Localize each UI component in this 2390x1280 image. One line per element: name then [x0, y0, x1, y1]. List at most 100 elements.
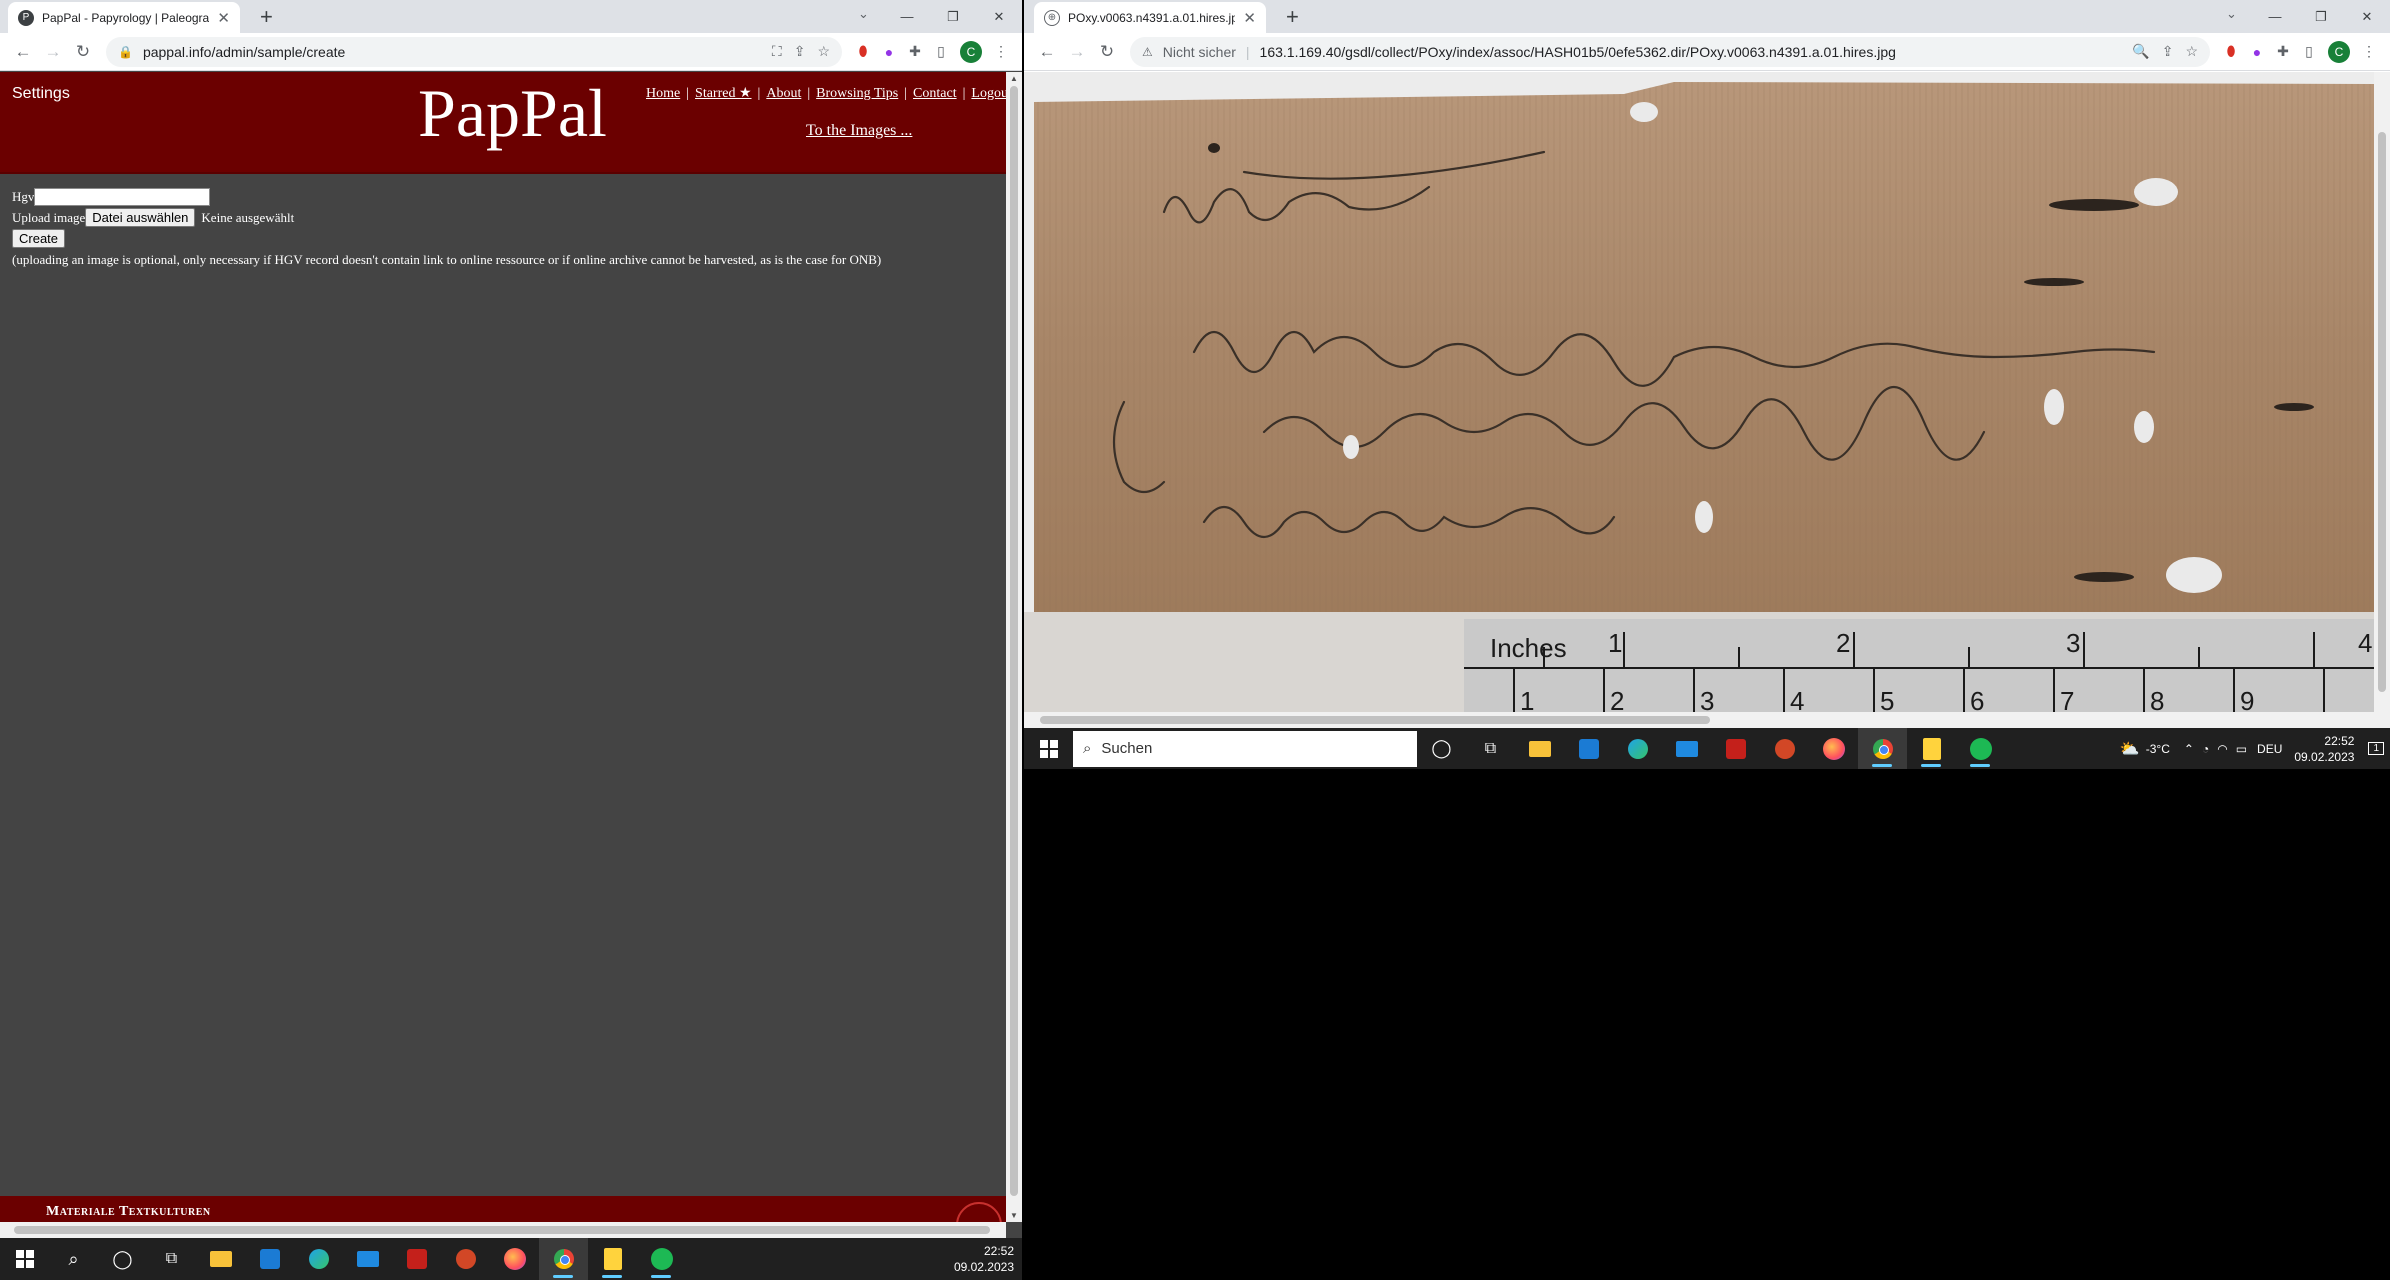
forward-arrow-icon[interactable]: →: [38, 42, 68, 62]
acrobat-icon[interactable]: [1711, 728, 1760, 769]
language-indicator[interactable]: DEU: [2257, 742, 2282, 756]
firefox-icon[interactable]: [490, 1238, 539, 1280]
clock[interactable]: 22:52 09.02.2023: [954, 1243, 1022, 1275]
task-view-icon[interactable]: ⧉: [1466, 728, 1515, 769]
footer-text[interactable]: Materiale Textkulturen: [46, 1204, 211, 1220]
zoom-icon[interactable]: 🔍: [2132, 43, 2149, 60]
forward-arrow-icon[interactable]: →: [1062, 42, 1092, 62]
scrollbar-thumb[interactable]: [14, 1226, 990, 1234]
reload-icon[interactable]: ↻: [1092, 42, 1122, 62]
battery-icon[interactable]: ▭: [2236, 742, 2247, 756]
scroll-down-icon[interactable]: ▼: [1010, 1211, 1018, 1220]
cortana-icon[interactable]: ◯: [1417, 728, 1466, 769]
close-window-button[interactable]: ✕: [976, 0, 1022, 33]
vertical-scrollbar[interactable]: [2374, 72, 2390, 712]
restore-button[interactable]: ❐: [2298, 0, 2344, 33]
bookmark-star-icon[interactable]: ☆: [817, 43, 830, 60]
restore-button[interactable]: ❐: [930, 0, 976, 33]
wifi-icon[interactable]: ◠: [2217, 742, 2227, 756]
extension-purple-icon[interactable]: ●: [876, 44, 902, 60]
task-view-icon[interactable]: ⧉: [147, 1238, 196, 1280]
extensions-puzzle-icon[interactable]: ✚: [902, 43, 928, 60]
cortana-icon[interactable]: ◯: [98, 1238, 147, 1280]
tray-chevron-icon[interactable]: ⌃: [2184, 742, 2194, 756]
not-secure-label[interactable]: Nicht sicher: [1163, 44, 1236, 60]
extensions-puzzle-icon[interactable]: ✚: [2270, 43, 2296, 60]
clock[interactable]: 22:52 09.02.2023: [2294, 733, 2362, 765]
side-panel-icon[interactable]: ▯: [2296, 43, 2322, 60]
close-window-button[interactable]: ✕: [2344, 0, 2390, 33]
tab-close-icon[interactable]: ✕: [217, 9, 230, 27]
horizontal-scrollbar[interactable]: [0, 1222, 1006, 1238]
scrollbar-thumb[interactable]: [1040, 716, 1710, 724]
chrome-icon[interactable]: [539, 1238, 588, 1280]
extension-red-icon[interactable]: ⬮: [850, 43, 876, 60]
file-explorer-icon[interactable]: [196, 1238, 245, 1280]
edge-icon[interactable]: [294, 1238, 343, 1280]
nav-browsing-tips[interactable]: Browsing Tips: [816, 86, 898, 101]
menu-kebab-icon[interactable]: ⋮: [2356, 43, 2382, 60]
horizontal-scrollbar[interactable]: [1024, 712, 2390, 728]
choose-file-button[interactable]: Datei auswählen: [85, 208, 196, 227]
minimize-button[interactable]: —: [2252, 0, 2298, 33]
new-tab-button[interactable]: +: [260, 4, 273, 30]
nav-home[interactable]: Home: [646, 86, 680, 101]
translate-icon[interactable]: ⛶: [772, 43, 782, 60]
start-button[interactable]: [0, 1238, 49, 1280]
scrollbar-thumb[interactable]: [1010, 86, 1018, 1196]
back-arrow-icon[interactable]: ←: [8, 42, 38, 62]
store-icon[interactable]: [1564, 728, 1613, 769]
spotify-icon[interactable]: [1956, 728, 2005, 769]
firefox-icon[interactable]: [1809, 728, 1858, 769]
bookmark-star-icon[interactable]: ☆: [2185, 43, 2198, 60]
tab-poxy-image[interactable]: ⊕ POxy.v0063.n4391.a.01.hires.jpg ✕: [1034, 2, 1266, 33]
file-explorer-icon[interactable]: [1515, 728, 1564, 769]
mail-icon[interactable]: [343, 1238, 392, 1280]
store-icon[interactable]: [245, 1238, 294, 1280]
taskbar-search-box[interactable]: ⌕ Suchen: [1073, 730, 1417, 767]
edge-icon[interactable]: [1613, 728, 1662, 769]
nav-contact[interactable]: Contact: [913, 86, 957, 101]
weather-temp[interactable]: -3°C: [2146, 742, 2170, 756]
to-the-images-link[interactable]: To the Images ...: [806, 122, 912, 140]
new-tab-button[interactable]: +: [1286, 4, 1299, 30]
weather-icon[interactable]: ⛅: [2120, 739, 2140, 759]
address-bar[interactable]: ⚠ Nicht sicher | 163.1.169.40/gsdl/colle…: [1130, 36, 2210, 67]
settings-link[interactable]: Settings: [12, 85, 70, 103]
extension-red-icon[interactable]: ⬮: [2218, 43, 2244, 60]
hgv-input[interactable]: [34, 187, 211, 206]
mail-icon[interactable]: [1662, 728, 1711, 769]
search-icon[interactable]: ⌕: [49, 1238, 98, 1280]
vertical-scrollbar[interactable]: ▲ ▼: [1006, 72, 1022, 1222]
nav-logout[interactable]: Logout: [971, 86, 1006, 101]
nav-starred[interactable]: Starred ★: [695, 86, 751, 101]
share-icon[interactable]: ⇪: [794, 43, 806, 60]
start-button[interactable]: [1024, 728, 1073, 769]
reload-icon[interactable]: ↻: [68, 42, 98, 62]
tab-pappal[interactable]: P PapPal - Papyrology | Paleography ✕: [8, 2, 240, 33]
network-icon[interactable]: ◔: [2202, 742, 2209, 756]
notification-icon[interactable]: 1: [2368, 742, 2384, 755]
extension-purple-icon[interactable]: ●: [2244, 44, 2270, 60]
pappal-logo[interactable]: PapPal: [418, 74, 607, 153]
minimize-button[interactable]: —: [884, 0, 930, 33]
side-panel-icon[interactable]: ▯: [928, 43, 954, 60]
sticky-notes-icon[interactable]: [1907, 728, 1956, 769]
tab-search-icon[interactable]: ⌄: [858, 6, 869, 22]
image-viewer[interactable]: Inches 1 2 3 4 1 2 3 4 5 6 7 8 9: [1024, 72, 2374, 712]
create-button[interactable]: Create: [12, 229, 66, 248]
chrome-icon[interactable]: [1858, 728, 1907, 769]
profile-avatar[interactable]: C: [2328, 40, 2350, 63]
scrollbar-thumb[interactable]: [2378, 132, 2386, 692]
acrobat-icon[interactable]: [392, 1238, 441, 1280]
spotify-icon[interactable]: [637, 1238, 686, 1280]
scroll-up-icon[interactable]: ▲: [1010, 74, 1018, 83]
menu-kebab-icon[interactable]: ⋮: [988, 43, 1014, 60]
tab-close-icon[interactable]: ✕: [1243, 9, 1256, 27]
tab-search-icon[interactable]: ⌄: [2226, 6, 2237, 22]
powerpoint-icon[interactable]: [441, 1238, 490, 1280]
share-icon[interactable]: ⇪: [2162, 43, 2174, 60]
back-arrow-icon[interactable]: ←: [1032, 42, 1062, 62]
powerpoint-icon[interactable]: [1760, 728, 1809, 769]
address-bar[interactable]: 🔒 pappal.info/admin/sample/create ⛶ ⇪ ☆: [106, 36, 842, 67]
